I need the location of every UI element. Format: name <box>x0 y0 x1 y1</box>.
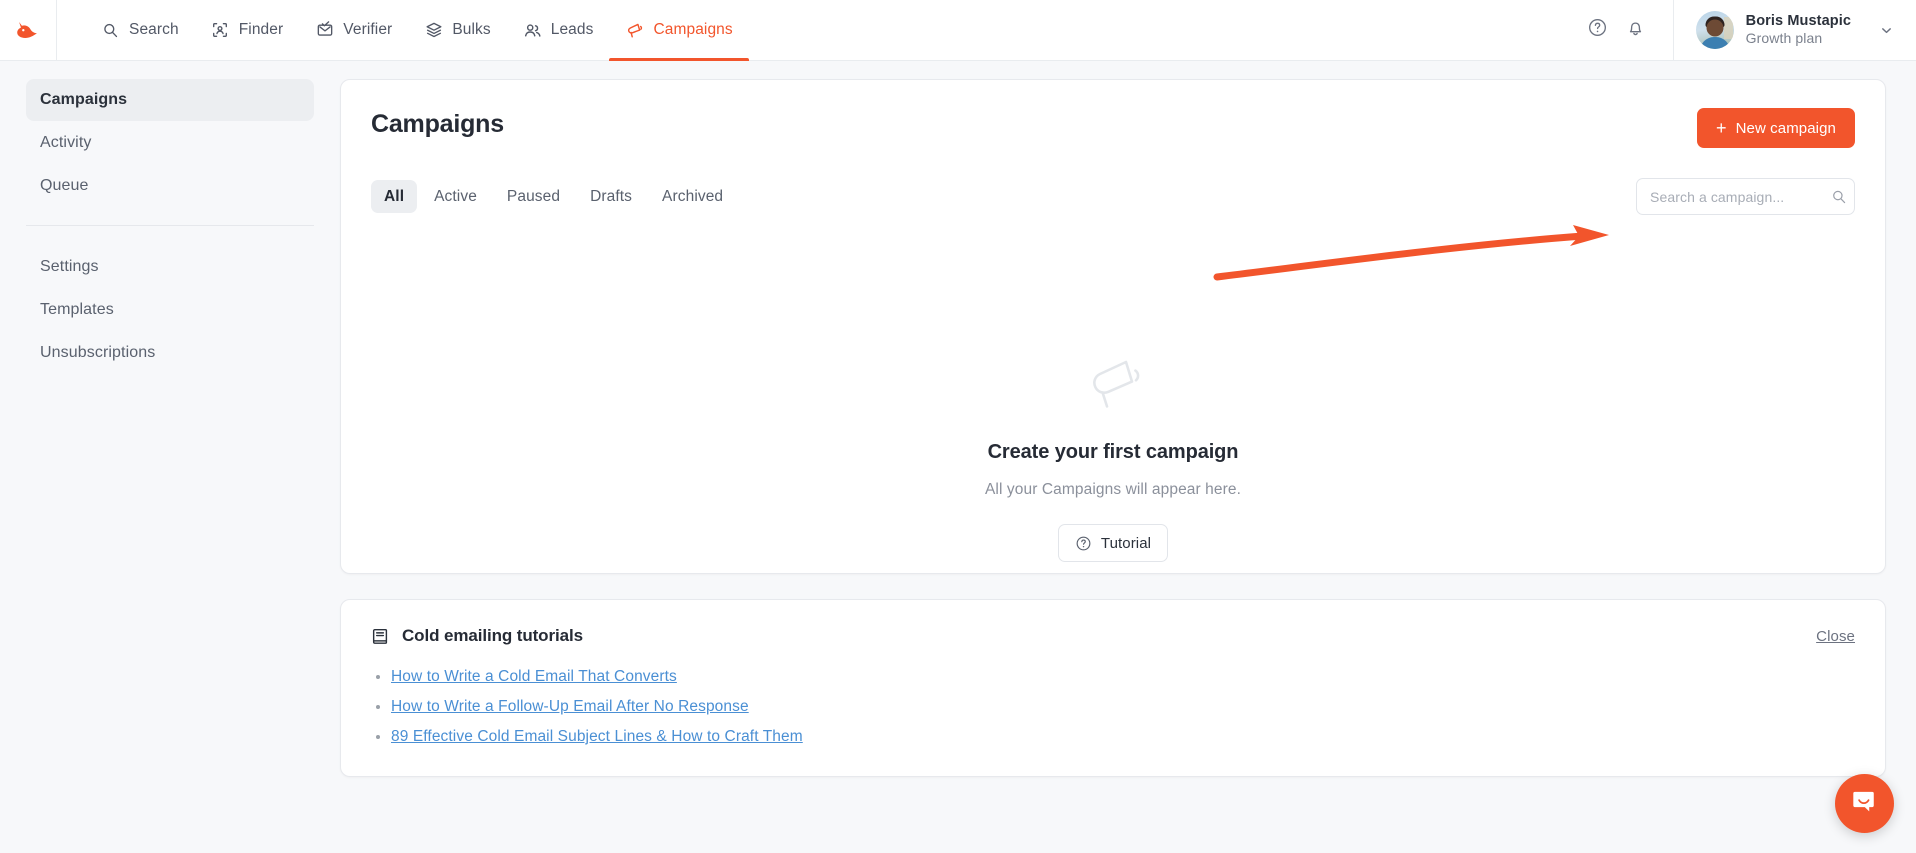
sidebar-item-templates[interactable]: Templates <box>26 289 314 331</box>
nav-item-verifier[interactable]: Verifier <box>299 0 408 61</box>
nav-item-leads-label: Leads <box>550 21 594 38</box>
tutorials-close-link[interactable]: Close <box>1816 628 1855 645</box>
sidebar-divider <box>26 225 314 226</box>
user-name: Boris Mustapic <box>1745 13 1851 30</box>
sidebar: Campaigns Activity Queue Settings Templa… <box>0 61 340 853</box>
filter-tabs: All Active Paused Drafts Archived <box>371 180 736 213</box>
tab-drafts-label: Drafts <box>590 187 633 205</box>
chat-smile-icon <box>1851 788 1878 820</box>
search-input[interactable] <box>1650 188 1831 205</box>
tutorial-link-3[interactable]: 89 Effective Cold Email Subject Lines & … <box>391 728 803 745</box>
tab-all[interactable]: All <box>371 180 418 213</box>
tab-paused-label: Paused <box>506 187 561 205</box>
sidebar-item-settings[interactable]: Settings <box>26 246 314 288</box>
nav-item-search-label: Search <box>129 21 179 38</box>
tab-active[interactable]: Active <box>421 180 490 213</box>
people-icon <box>523 21 542 40</box>
user-menu[interactable]: Boris Mustapic Growth plan <box>1695 11 1894 49</box>
campaign-search-box[interactable] <box>1636 178 1855 215</box>
new-campaign-button[interactable]: + New campaign <box>1696 108 1855 148</box>
empty-state-subtitle: All your Campaigns will appear here. <box>984 481 1242 498</box>
question-circle-icon <box>1587 17 1608 43</box>
nav-item-campaigns-label: Campaigns <box>653 21 733 38</box>
list-item: 89 Effective Cold Email Subject Lines & … <box>391 728 1855 746</box>
chevron-down-icon[interactable] <box>1879 23 1894 38</box>
page-body: Campaigns Activity Queue Settings Templa… <box>0 61 1916 853</box>
tab-drafts[interactable]: Drafts <box>577 180 645 213</box>
notifications-button[interactable] <box>1617 11 1655 49</box>
new-campaign-button-label: New campaign <box>1735 119 1836 137</box>
topnav-divider <box>1672 0 1674 61</box>
avatar <box>1695 11 1734 49</box>
megaphone-icon <box>625 21 644 40</box>
tab-all-label: All <box>384 187 405 205</box>
layers-icon <box>424 21 443 40</box>
tab-paused[interactable]: Paused <box>494 180 573 213</box>
campaigns-card: Campaigns + New campaign All Active Paus… <box>340 79 1886 574</box>
tutorial-button[interactable]: Tutorial <box>1057 524 1169 562</box>
nav-item-bulks-label: Bulks <box>452 21 491 38</box>
tutorials-card: Cold emailing tutorials Close How to Wri… <box>340 599 1886 777</box>
campaigns-card-header: Campaigns + New campaign <box>371 108 1855 148</box>
nav-item-search[interactable]: Search <box>85 0 195 61</box>
envelope-check-icon <box>315 21 334 40</box>
list-item: How to Write a Follow-Up Email After No … <box>391 698 1855 716</box>
sidebar-item-templates-label: Templates <box>40 301 114 318</box>
empty-state-title: Create your first campaign <box>987 441 1239 463</box>
question-circle-icon <box>1075 535 1092 552</box>
app-logo[interactable] <box>0 0 57 60</box>
chat-widget-button[interactable] <box>1835 774 1894 833</box>
nav-item-leads[interactable]: Leads <box>507 0 610 61</box>
nav-item-verifier-label: Verifier <box>343 21 393 38</box>
user-plan: Growth plan <box>1745 30 1823 47</box>
annotation-arrow <box>1213 225 1609 281</box>
nav-item-finder-label: Finder <box>238 21 284 38</box>
megaphone-icon <box>1080 348 1146 419</box>
topnav-right-cluster: Boris Mustapic Growth plan <box>1579 0 1916 61</box>
tutorial-link-1[interactable]: How to Write a Cold Email That Converts <box>391 668 677 685</box>
sidebar-item-unsubscriptions-label: Unsubscriptions <box>40 344 156 361</box>
tab-active-label: Active <box>434 187 477 205</box>
page-title: Campaigns <box>371 110 504 138</box>
user-info: Boris Mustapic Growth plan <box>1746 12 1851 48</box>
sidebar-item-queue-label: Queue <box>40 177 89 194</box>
sidebar-item-queue[interactable]: Queue <box>26 165 314 207</box>
tutorials-card-header: Cold emailing tutorials Close <box>371 626 1855 646</box>
plus-icon: + <box>1715 117 1727 138</box>
nav-item-campaigns[interactable]: Campaigns <box>609 0 750 61</box>
tab-archived-label: Archived <box>662 187 724 205</box>
nav-item-finder[interactable]: Finder <box>195 0 300 61</box>
tutorials-link-list: How to Write a Cold Email That Converts … <box>391 668 1855 746</box>
hunter-fox-logo-icon <box>17 22 37 38</box>
primary-nav-items: Search Finder Verifier Bulks Leads Campa… <box>85 0 750 61</box>
list-item: How to Write a Cold Email That Converts <box>391 668 1855 686</box>
filter-tabs-row: All Active Paused Drafts Archived <box>371 178 1855 215</box>
book-icon <box>371 627 390 646</box>
empty-state: Create your first campaign All your Camp… <box>341 348 1885 562</box>
help-button[interactable] <box>1579 11 1617 49</box>
sidebar-item-campaigns[interactable]: Campaigns <box>26 79 314 121</box>
sidebar-item-unsubscriptions[interactable]: Unsubscriptions <box>26 332 314 374</box>
sidebar-item-activity[interactable]: Activity <box>26 122 314 164</box>
tutorial-link-2[interactable]: How to Write a Follow-Up Email After No … <box>391 698 749 715</box>
magnifier-icon <box>101 21 120 40</box>
person-scan-icon <box>211 21 230 40</box>
top-navigation-bar: Search Finder Verifier Bulks Leads Campa… <box>0 0 1916 61</box>
search-icon <box>1831 189 1847 205</box>
tab-archived[interactable]: Archived <box>649 180 736 213</box>
sidebar-item-campaigns-label: Campaigns <box>40 91 128 108</box>
main-content: Campaigns + New campaign All Active Paus… <box>340 61 1916 853</box>
tutorials-title-wrap: Cold emailing tutorials <box>371 626 583 646</box>
nav-item-bulks[interactable]: Bulks <box>408 0 506 61</box>
sidebar-item-settings-label: Settings <box>40 258 99 275</box>
bell-icon <box>1625 17 1646 43</box>
sidebar-item-activity-label: Activity <box>40 134 92 151</box>
tutorial-button-label: Tutorial <box>1100 534 1152 552</box>
tutorials-title: Cold emailing tutorials <box>402 626 583 645</box>
